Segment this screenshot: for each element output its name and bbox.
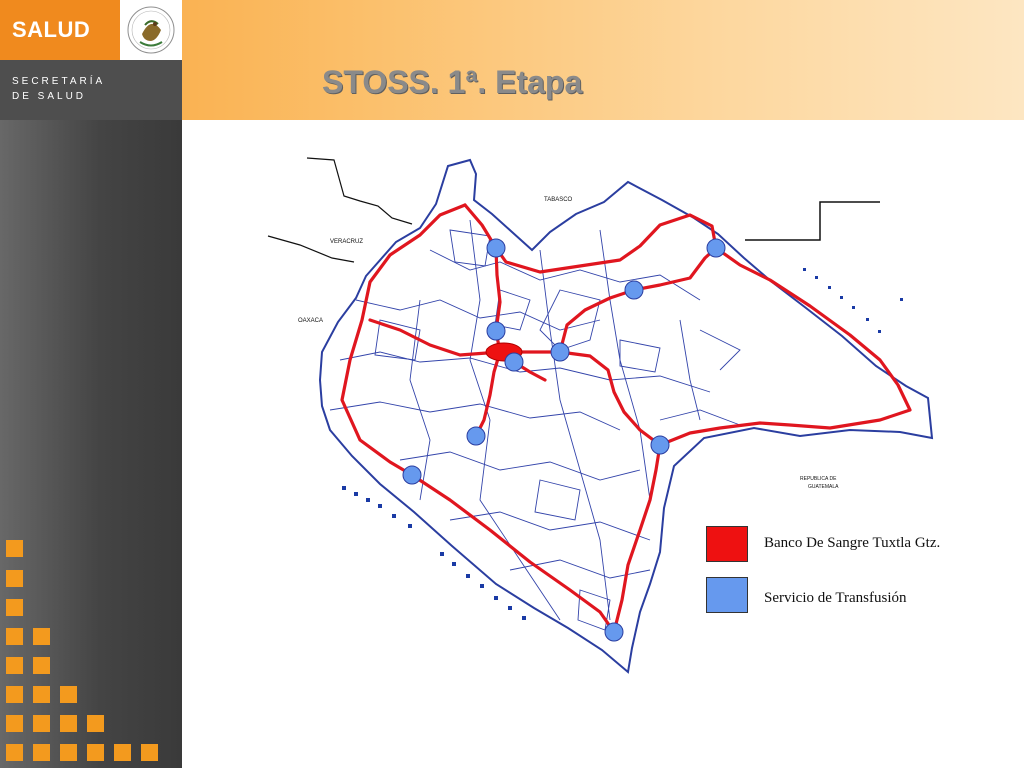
transfusion-node [650, 435, 670, 455]
label-guatemala-2: GUATEMALA [808, 484, 839, 490]
legend-blood-bank-label: Banco De Sangre Tuxtla Gtz. [764, 535, 941, 551]
label-oaxaca: OAXACA [298, 318, 323, 324]
legend-transfusion-label: Servicio de Transfusión [764, 590, 907, 606]
transfusion-node [466, 426, 486, 446]
chiapas-map: TABASCO VERACRUZ OAXACA REPUBLICA DE GUA… [267, 157, 934, 674]
label-tabasco: TABASCO [544, 197, 573, 203]
legend-transfusion-swatch [706, 577, 748, 613]
transfusion-node [624, 280, 644, 300]
guatemala-boundary [745, 201, 880, 241]
transfusion-node [706, 238, 726, 258]
transfusion-node [504, 352, 524, 372]
transfusion-node [402, 465, 422, 485]
transfusion-node [550, 342, 570, 362]
transfusion-node [486, 238, 506, 258]
legend-blood-bank-swatch [706, 526, 748, 562]
veracruz-boundary [306, 157, 413, 225]
label-guatemala-1: REPUBLICA DE [800, 476, 837, 482]
label-veracruz: VERACRUZ [330, 239, 363, 245]
transfusion-node [486, 321, 506, 341]
transfusion-node [604, 622, 624, 642]
